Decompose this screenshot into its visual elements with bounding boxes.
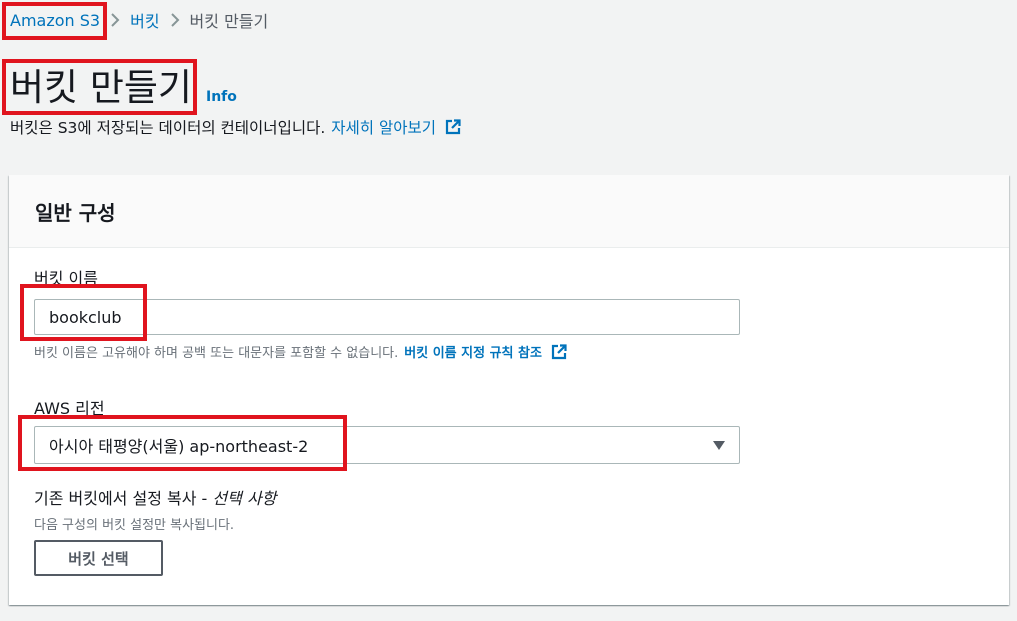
choose-bucket-button[interactable]: 버킷 선택 [34,540,163,576]
page-description: 버킷은 S3에 저장되는 데이터의 컨테이너입니다. 자세히 알아보기 [10,116,462,138]
copy-settings-title-text: 기존 버킷에서 설정 복사 - [34,489,208,508]
panel-title: 일반 구성 [35,200,116,225]
bucket-name-hint: 버킷 이름은 고유해야 하며 공백 또는 대문자를 포함할 수 없습니다. 버킷… [34,342,568,361]
learn-more-link[interactable]: 자세히 알아보기 [331,116,436,138]
bucket-name-hint-text: 버킷 이름은 고유해야 하며 공백 또는 대문자를 포함할 수 없습니다. [34,346,399,361]
panel-header: 일반 구성 [9,175,1009,248]
external-link-icon[interactable] [444,118,462,136]
chevron-right-icon [160,12,190,28]
page-description-text: 버킷은 S3에 저장되는 데이터의 컨테이너입니다. [10,119,326,137]
copy-settings-title: 기존 버킷에서 설정 복사 - 선택 사항 [34,485,276,509]
external-link-icon[interactable] [550,343,568,361]
general-configuration-panel: 일반 구성 버킷 이름 버킷 이름은 고유해야 하며 공백 또는 대문자를 포함… [9,175,1009,605]
aws-region-value: 아시아 태평양(서울) ap-northeast-2 [49,437,309,456]
aws-region-label: AWS 리전 [34,399,105,418]
breadcrumb: Amazon S3 버킷 버킷 만들기 [10,6,268,34]
breadcrumb-buckets[interactable]: 버킷 [130,8,159,32]
aws-region-select[interactable]: 아시아 태평양(서울) ap-northeast-2 [34,426,740,464]
copy-settings-optional: 선택 사항 [212,489,277,508]
breadcrumb-amazon-s3[interactable]: Amazon S3 [10,11,100,30]
bucket-naming-rules-link[interactable]: 버킷 이름 지정 규칙 참조 [404,342,542,361]
breadcrumb-create-bucket: 버킷 만들기 [189,12,269,31]
bucket-name-label: 버킷 이름 [34,269,98,288]
copy-settings-description: 다음 구성의 버킷 설정만 복사됩니다. [34,518,235,533]
bucket-name-input[interactable] [34,299,740,335]
caret-down-icon [713,440,725,450]
info-link[interactable]: Info [206,89,237,105]
page-title: 버킷 만들기 [10,66,192,109]
chevron-right-icon [100,12,130,28]
